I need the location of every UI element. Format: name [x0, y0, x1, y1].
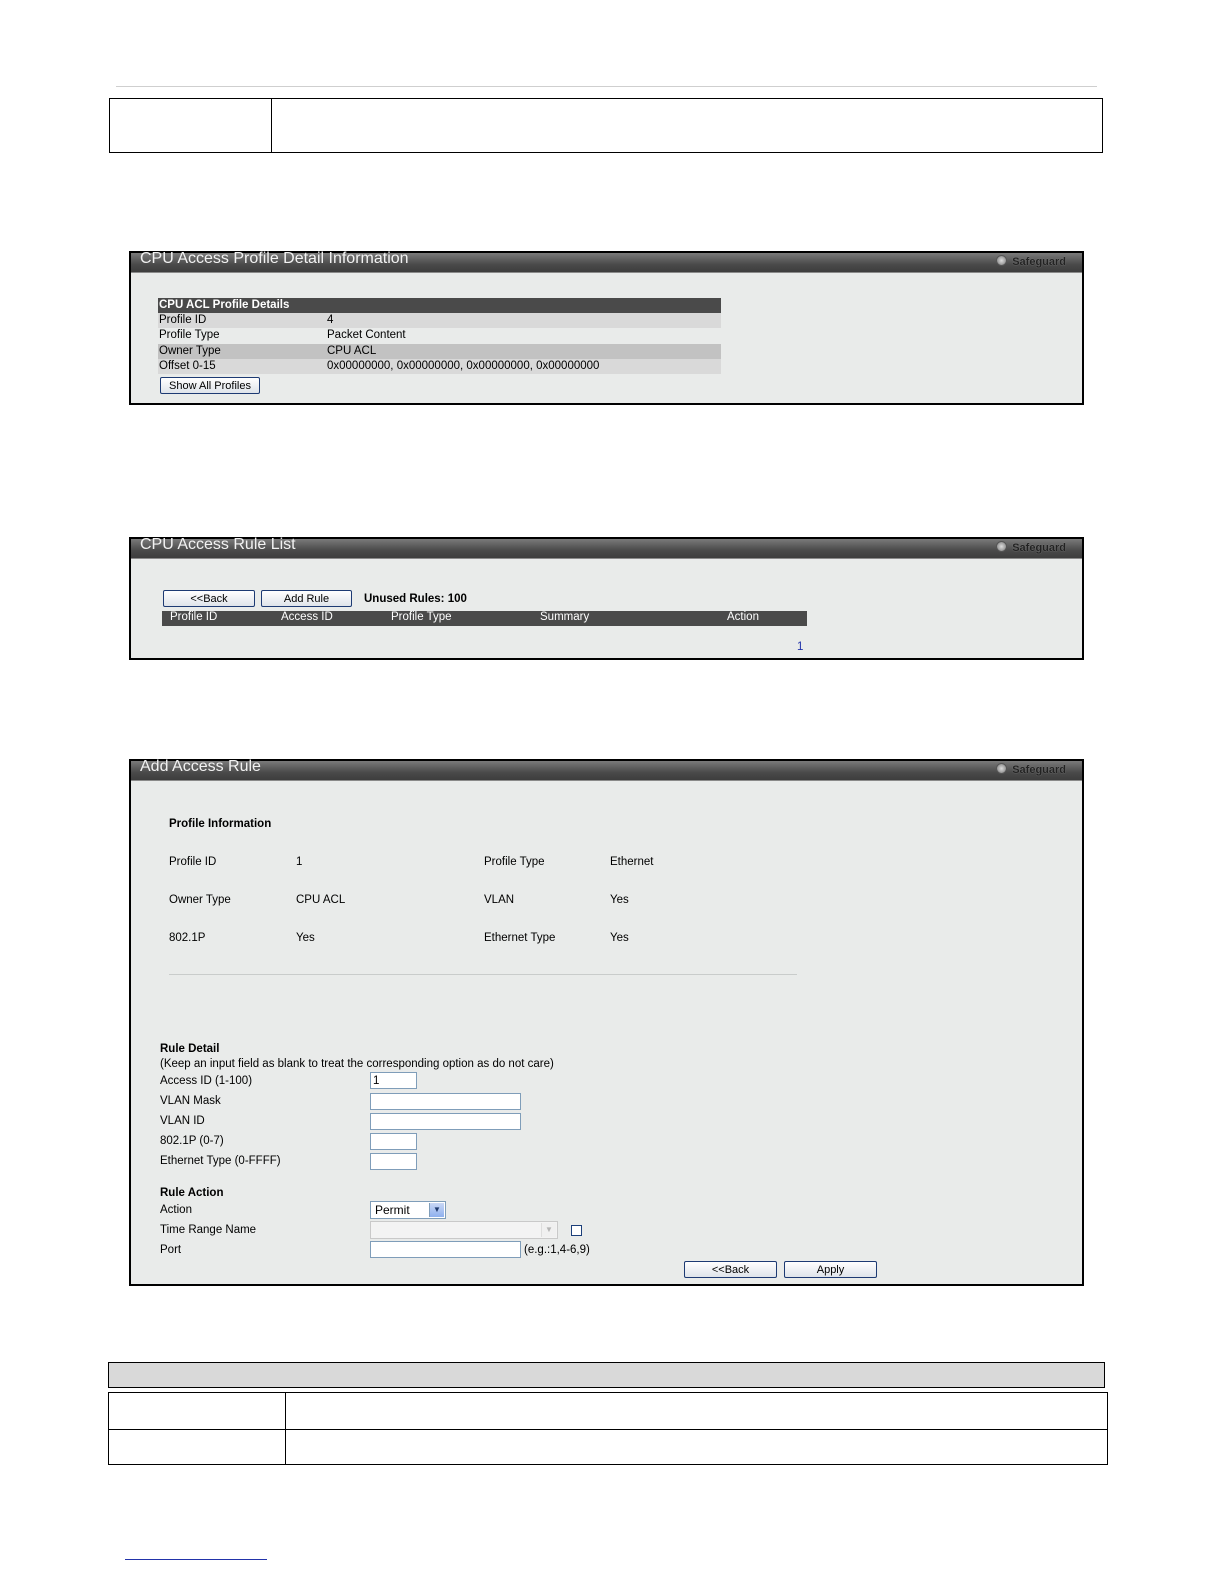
safeguard-icon	[996, 255, 1008, 266]
footer-link-underline	[125, 1559, 267, 1560]
panel-header: Add Access Rule Safeguard	[131, 758, 1082, 781]
port-input[interactable]	[370, 1241, 521, 1258]
profile-id-value: 1	[296, 856, 303, 868]
p8021-field-label: 802.1P (0-7)	[160, 1135, 224, 1147]
safeguard-badge: Safeguard	[996, 255, 1066, 268]
safeguard-icon	[996, 763, 1008, 774]
profile-detail-panel: CPU Access Profile Detail Information Sa…	[129, 250, 1084, 405]
profile-id-label: Profile ID	[169, 856, 217, 868]
time-range-checkbox[interactable]	[571, 1225, 582, 1236]
owner-type-value: CPU ACL	[296, 894, 346, 906]
unused-rules-label: Unused Rules: 100	[364, 593, 467, 605]
panel-header: CPU Access Profile Detail Information Sa…	[131, 250, 1082, 273]
page-divider	[116, 86, 1097, 87]
ethertype-value: Yes	[610, 932, 629, 944]
ethertype-input[interactable]	[370, 1153, 417, 1170]
profile-information-heading: Profile Information	[169, 818, 272, 830]
action-select-value: Permit	[375, 1203, 410, 1217]
ethertype-field-label: Ethernet Type (0-FFFF)	[160, 1155, 281, 1167]
doc-table-top	[109, 98, 1103, 153]
rule-detail-note: (Keep an input field as blank to treat t…	[160, 1058, 554, 1070]
section-divider	[169, 974, 797, 975]
rule-list-header: Profile ID Access ID Profile Type Summar…	[162, 611, 807, 626]
add-rule-button[interactable]: Add Rule	[261, 590, 352, 607]
vlan-mask-input[interactable]	[370, 1093, 521, 1110]
safeguard-badge: Safeguard	[996, 541, 1066, 554]
panel-title: CPU Access Profile Detail Information	[140, 250, 409, 267]
column-profile-id: Profile ID	[170, 611, 218, 623]
page-link[interactable]: 1	[797, 641, 803, 653]
panel-title: CPU Access Rule List	[140, 536, 296, 553]
rule-detail-heading: Rule Detail	[160, 1043, 220, 1055]
table-header: CPU ACL Profile Details	[158, 298, 721, 313]
safeguard-icon	[996, 541, 1008, 552]
table-row: Profile Type Packet Content	[158, 328, 721, 343]
vlan-id-label: VLAN ID	[160, 1115, 205, 1127]
rule-action-heading: Rule Action	[160, 1187, 224, 1199]
p8021-input[interactable]	[370, 1133, 417, 1150]
table-row: Profile ID 4	[158, 313, 721, 328]
doc-table-header-bar	[108, 1362, 1105, 1388]
access-id-label: Access ID (1-100)	[160, 1075, 253, 1087]
column-profile-type: Profile Type	[391, 611, 452, 623]
table-row: Owner Type CPU ACL	[158, 344, 721, 359]
owner-type-label: Owner Type	[169, 894, 231, 906]
vlan-label: VLAN	[484, 894, 515, 906]
port-label: Port	[160, 1244, 182, 1256]
back-button[interactable]: <<Back	[163, 590, 255, 607]
column-action: Action	[727, 611, 759, 623]
panel-title: Add Access Rule	[140, 758, 261, 775]
show-all-profiles-button[interactable]: Show All Profiles	[160, 377, 260, 394]
back-button[interactable]: <<Back	[684, 1261, 777, 1278]
action-label: Action	[160, 1204, 192, 1216]
profile-details-table: CPU ACL Profile Details Profile ID 4 Prof…	[158, 298, 721, 374]
access-id-input[interactable]	[370, 1072, 417, 1089]
profile-type-label: Profile Type	[484, 856, 545, 868]
port-hint: (e.g.:1,4-6,9)	[524, 1244, 590, 1256]
vlan-value: Yes	[610, 894, 629, 906]
time-range-select[interactable]: ▼	[370, 1221, 558, 1239]
doc-table-row-divider	[109, 1429, 1107, 1430]
time-range-label: Time Range Name	[160, 1224, 257, 1236]
panel-header: CPU Access Rule List Safeguard	[131, 536, 1082, 559]
action-select[interactable]: Permit ▼	[370, 1201, 446, 1219]
chevron-down-icon: ▼	[429, 1203, 444, 1217]
vlan-id-input[interactable]	[370, 1113, 521, 1130]
safeguard-badge: Safeguard	[996, 763, 1066, 776]
profile-type-value: Ethernet	[610, 856, 654, 868]
p8021-value: Yes	[296, 932, 315, 944]
add-access-rule-panel: Add Access Rule Safeguard Profile Inform…	[129, 758, 1084, 1286]
chevron-down-icon: ▼	[541, 1223, 556, 1237]
rule-list-panel: CPU Access Rule List Safeguard <<Back Ad…	[129, 536, 1084, 660]
column-summary: Summary	[540, 611, 590, 623]
p8021-label: 802.1P	[169, 932, 206, 944]
ethertype-label: Ethernet Type	[484, 932, 556, 944]
table-row: Offset 0-15 0x00000000, 0x00000000, 0x000…	[158, 359, 721, 374]
vlan-mask-label: VLAN Mask	[160, 1095, 221, 1107]
doc-table-bottom	[108, 1392, 1108, 1465]
column-access-id: Access ID	[281, 611, 333, 623]
apply-button[interactable]: Apply	[784, 1261, 877, 1278]
doc-table-divider	[271, 99, 272, 152]
